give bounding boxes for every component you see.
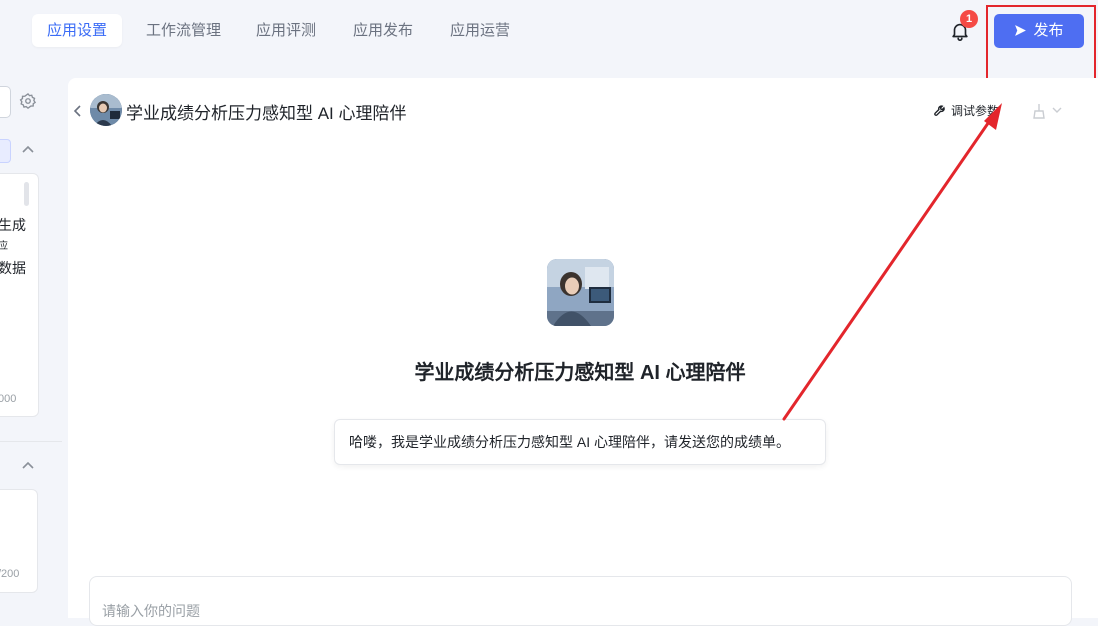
top-nav: 应用设置 工作流管理 应用评测 应用发布 应用运营 1 发布 — [0, 0, 1098, 62]
broom-icon[interactable] — [1031, 103, 1047, 119]
tab-app-operations[interactable]: 应用运营 — [435, 14, 525, 47]
chat-input[interactable] — [89, 576, 1072, 626]
preview-panel — [68, 78, 1098, 618]
left-tag-chip[interactable] — [0, 139, 11, 163]
tab-workflow-management[interactable]: 工作流管理 — [131, 14, 236, 47]
tab-app-settings[interactable]: 应用设置 — [32, 14, 123, 47]
notification-badge: 1 — [960, 10, 978, 28]
scrollbar[interactable] — [24, 182, 29, 206]
char-count: /200 — [0, 568, 20, 580]
send-icon — [1015, 25, 1027, 36]
wrench-icon — [934, 105, 945, 116]
app-title: 学业成绩分析压力感知型 AI 心理陪伴 — [126, 104, 407, 123]
char-count: 000 — [0, 393, 17, 405]
left-text-line: 应 — [0, 241, 8, 252]
chevron-left-icon[interactable] — [72, 104, 82, 118]
app-avatar-large — [547, 259, 614, 326]
publish-button-label: 发布 — [1033, 22, 1064, 39]
publish-button[interactable]: 发布 — [994, 14, 1084, 48]
greeting-message: 哈喽，我是学业成绩分析压力感知型 AI 心理陪伴，请发送您的成绩单。 — [334, 419, 826, 465]
gear-icon[interactable] — [19, 92, 37, 110]
left-text-line: 数据 — [0, 260, 26, 276]
tab-app-publish[interactable]: 应用发布 — [338, 14, 428, 47]
app-name-heading: 学业成绩分析压力感知型 AI 心理陪伴 — [414, 362, 746, 384]
chevron-up-icon[interactable] — [21, 460, 35, 470]
chevron-up-icon[interactable] — [21, 144, 35, 154]
debug-params-button[interactable]: 调试参数 — [933, 102, 999, 119]
left-text-line: 生成 — [0, 217, 26, 233]
chevron-down-icon[interactable] — [1052, 106, 1062, 114]
tab-app-evaluation[interactable]: 应用评测 — [241, 14, 331, 47]
left-select-field[interactable] — [0, 86, 11, 118]
app-avatar — [90, 94, 122, 126]
divider — [0, 441, 62, 442]
debug-params-label: 调试参数 — [951, 104, 1000, 118]
